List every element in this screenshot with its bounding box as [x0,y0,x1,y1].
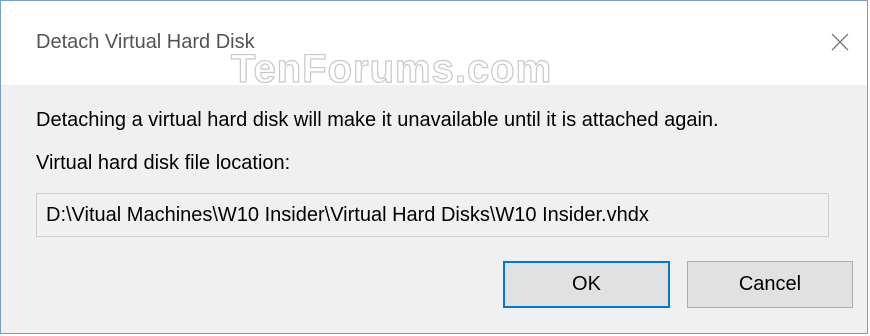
watermark: TenForums.com [230,47,553,91]
dialog-title: Detach Virtual Hard Disk [36,31,255,53]
detach-vhd-dialog: Detach Virtual Hard Disk TenForums.com D… [0,0,868,334]
close-button[interactable] [813,21,867,63]
cancel-button[interactable]: Cancel [687,261,853,308]
ok-button[interactable]: OK [503,261,670,308]
detach-message: Detaching a virtual hard disk will make … [36,109,719,131]
file-location-label: Virtual hard disk file location: [36,152,291,174]
file-location-field[interactable]: D:\Vitual Machines\W10 Insider\Virtual H… [36,193,829,237]
close-icon [831,33,849,51]
